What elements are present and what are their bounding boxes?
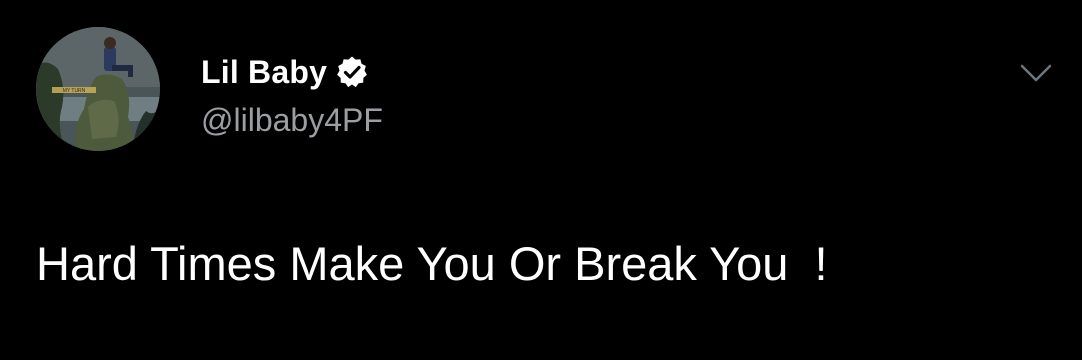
author-name-row[interactable]: Lil Baby <box>201 52 369 92</box>
avatar-caption: MY TURN <box>63 88 86 94</box>
avatar[interactable]: MY TURN <box>36 27 160 151</box>
author-handle[interactable]: @lilbaby4PF <box>201 100 383 140</box>
avatar-image: MY TURN <box>36 27 160 151</box>
tweet-card[interactable]: MY TURN Lil Baby @lilbaby4PF Hard Times … <box>0 0 1082 360</box>
tweet-text: Hard Times Make You Or Break You ! <box>36 237 828 290</box>
display-name[interactable]: Lil Baby <box>201 52 327 92</box>
chevron-down-icon[interactable] <box>1016 58 1056 88</box>
verified-badge-icon <box>335 55 369 89</box>
